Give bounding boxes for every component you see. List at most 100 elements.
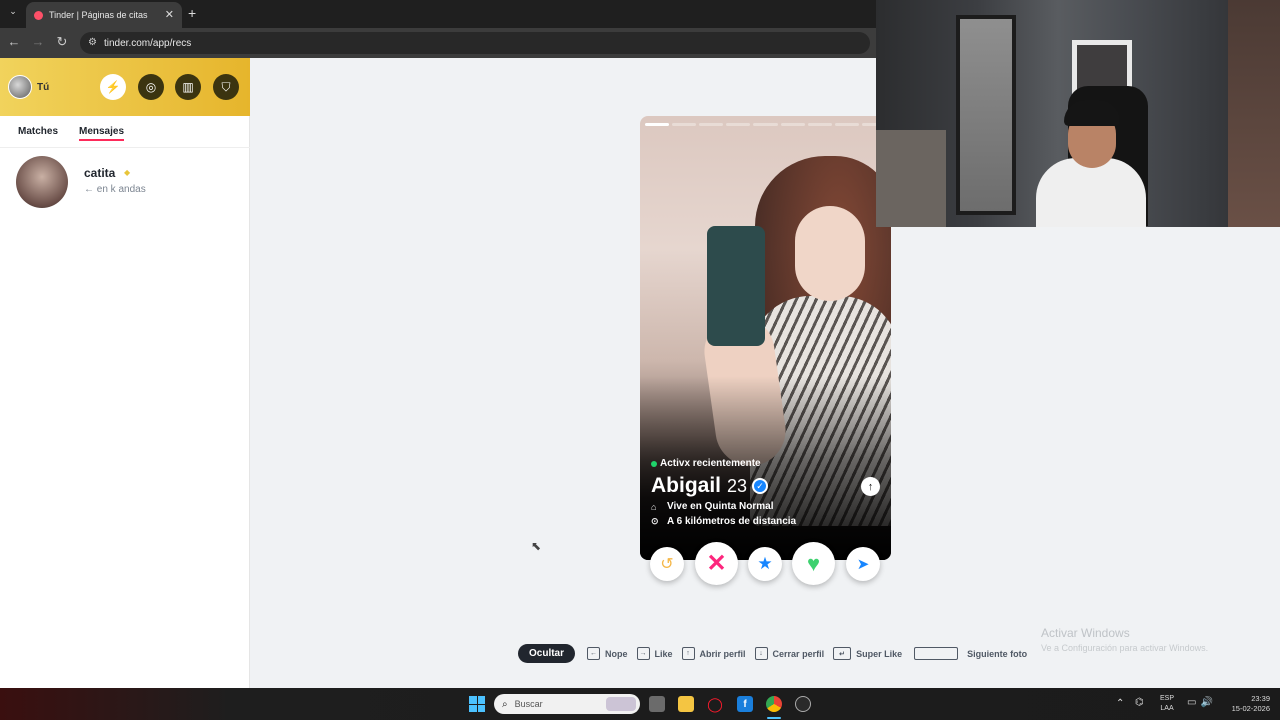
lives-in-row: ⌂ Vive en Quinta Normal: [651, 501, 774, 512]
distance-text: A 6 kilómetros de distancia: [667, 516, 797, 527]
briefcase-icon[interactable]: ▥: [175, 74, 201, 100]
profile-age: 23: [727, 476, 748, 496]
search-icon: ⌕: [502, 698, 508, 710]
explore-compass-icon[interactable]: ◎: [138, 74, 164, 100]
my-profile-label[interactable]: Tú: [37, 82, 49, 93]
tab-title: Tinder | Páginas de citas: [49, 10, 148, 20]
opera-gx-icon[interactable]: ◯: [707, 696, 723, 712]
photo-progress-bars[interactable]: [645, 123, 886, 126]
tab-matches[interactable]: Matches: [18, 126, 58, 137]
profile-name-line: Abigail 23 ✓: [651, 474, 769, 498]
tab-mensajes[interactable]: Mensajes: [79, 126, 125, 141]
reload-icon[interactable]: ↻: [54, 34, 70, 50]
unread-dot-icon: ◆: [124, 168, 131, 177]
heart-icon: ♥: [806, 550, 821, 576]
rewind-icon: ↺: [660, 556, 674, 573]
webcam-overlay: [876, 0, 1280, 227]
location-pin-icon: ⊙: [651, 516, 659, 526]
shortcut-open-profile: ↑ Abrir perfil: [681, 647, 746, 660]
cam-blanket-shape: [876, 130, 946, 227]
tray-app-icon[interactable]: ⌬: [1135, 697, 1144, 708]
like-button[interactable]: ♥: [792, 542, 835, 585]
shortcut-super-like-label: Super Like: [856, 648, 903, 659]
super-like-button[interactable]: ★: [748, 547, 782, 581]
shortcut-super-like: ↵ Super Like: [833, 647, 902, 660]
enter-key-icon: ↵: [833, 647, 852, 660]
shortcut-nope: ← Nope: [587, 647, 628, 660]
clock-time: 23:39: [1251, 694, 1270, 703]
photo-face-shape: [795, 206, 865, 301]
photo-phone-shape: [707, 226, 765, 346]
safety-shield-icon[interactable]: ⛉: [213, 74, 239, 100]
cam-person-cap: [1064, 100, 1120, 126]
left-key-icon: ←: [587, 647, 601, 660]
photo-progress-segment[interactable]: [834, 123, 859, 126]
address-bar[interactable]: ⚙ tinder.com/app/recs: [80, 32, 870, 54]
url-text: tinder.com/app/recs: [104, 37, 192, 49]
verified-check-icon: ✓: [752, 478, 769, 494]
steam-icon[interactable]: [795, 696, 811, 712]
clock-date: 15-02-2026: [1231, 704, 1270, 713]
match-name: catita: [84, 166, 116, 180]
forward-arrow-icon[interactable]: →: [30, 34, 46, 49]
message-list-item[interactable]: catita ◆ ← en k andas: [0, 154, 250, 214]
tray-network-volume-icons[interactable]: ▭🔊: [1187, 697, 1217, 708]
message-preview: ← en k andas: [84, 184, 146, 195]
active-status: Activx recientemente: [651, 458, 761, 469]
send-message-button[interactable]: ➤: [846, 547, 880, 581]
right-key-icon: →: [636, 647, 650, 660]
star-icon: ★: [757, 554, 773, 573]
nope-button[interactable]: ✕: [695, 542, 738, 585]
photo-progress-segment[interactable]: [780, 123, 805, 126]
photo-progress-segment[interactable]: [726, 123, 751, 126]
browser-tab[interactable]: Tinder | Páginas de citas ✕: [26, 2, 182, 28]
shortcut-close-profile: ↓ Cerrar perfil: [754, 647, 824, 660]
tinder-favicon-icon: [34, 10, 43, 20]
input-language[interactable]: ESP LAA: [1160, 694, 1174, 714]
shortcut-next-photo: Siguiente foto: [914, 647, 1027, 660]
profile-name: Abigail: [651, 474, 722, 497]
tray-chevron-up-icon[interactable]: ⌃: [1116, 698, 1124, 709]
shortcut-like-label: Like: [654, 648, 673, 659]
photo-progress-segment[interactable]: [699, 123, 724, 126]
search-highlight-image: [606, 697, 636, 711]
sidebar-header: Tú ⚡ ◎ ▥ ⛉: [0, 58, 250, 116]
taskbar-clock[interactable]: 23:39 15-02-2026: [1226, 694, 1270, 714]
x-icon: ✕: [706, 550, 727, 577]
new-tab-button[interactable]: +: [188, 5, 196, 21]
down-key-icon: ↓: [754, 647, 768, 660]
lang-top: ESP: [1160, 695, 1175, 702]
shortcut-nope-label: Nope: [605, 648, 628, 659]
profile-card[interactable]: Activx recientemente Abigail 23 ✓ ↑ ⌂ Vi…: [640, 116, 891, 560]
close-tab-icon[interactable]: ✕: [165, 8, 174, 21]
photo-progress-segment[interactable]: [753, 123, 778, 126]
photo-progress-segment[interactable]: [645, 123, 670, 126]
taskbar-search[interactable]: ⌕ Buscar: [494, 694, 640, 714]
facebook-icon[interactable]: f: [737, 696, 753, 712]
windows-start-icon[interactable]: [469, 696, 485, 712]
cam-person-body: [1036, 158, 1146, 227]
active-app-indicator: [767, 717, 781, 719]
photo-progress-segment[interactable]: [672, 123, 697, 126]
rewind-button[interactable]: ↺: [650, 547, 684, 581]
site-info-icon[interactable]: ⚙: [88, 37, 97, 48]
my-avatar[interactable]: [8, 75, 32, 99]
task-view-icon[interactable]: [649, 696, 665, 712]
hide-shortcuts-button[interactable]: Ocultar: [518, 644, 576, 663]
boost-bolt-icon[interactable]: ⚡: [100, 74, 126, 100]
chrome-icon[interactable]: [766, 696, 782, 712]
active-status-text: Activx recientemente: [660, 458, 761, 469]
open-profile-arrow-icon[interactable]: ↑: [861, 477, 880, 496]
windows-activation-subtitle: Ve a Configuración para activar Windows.: [1041, 643, 1209, 653]
tab-list-chevron-icon[interactable]: ⌄: [6, 6, 20, 20]
tinder-sidebar: Tú ⚡ ◎ ▥ ⛉ Matches Mensajes catita ◆ ← e…: [0, 58, 250, 688]
photo-progress-segment[interactable]: [807, 123, 832, 126]
file-explorer-icon[interactable]: [678, 696, 694, 712]
match-avatar: [16, 156, 68, 208]
back-arrow-icon[interactable]: ←: [6, 34, 22, 49]
mouse-cursor-icon: ⬉: [531, 539, 542, 553]
windows-activation-title: Activar Windows: [1041, 626, 1130, 640]
lang-bottom: LAA: [1160, 705, 1174, 712]
cam-curtain-shape: [1228, 0, 1280, 227]
lives-in-text: Vive en Quinta Normal: [667, 501, 774, 512]
